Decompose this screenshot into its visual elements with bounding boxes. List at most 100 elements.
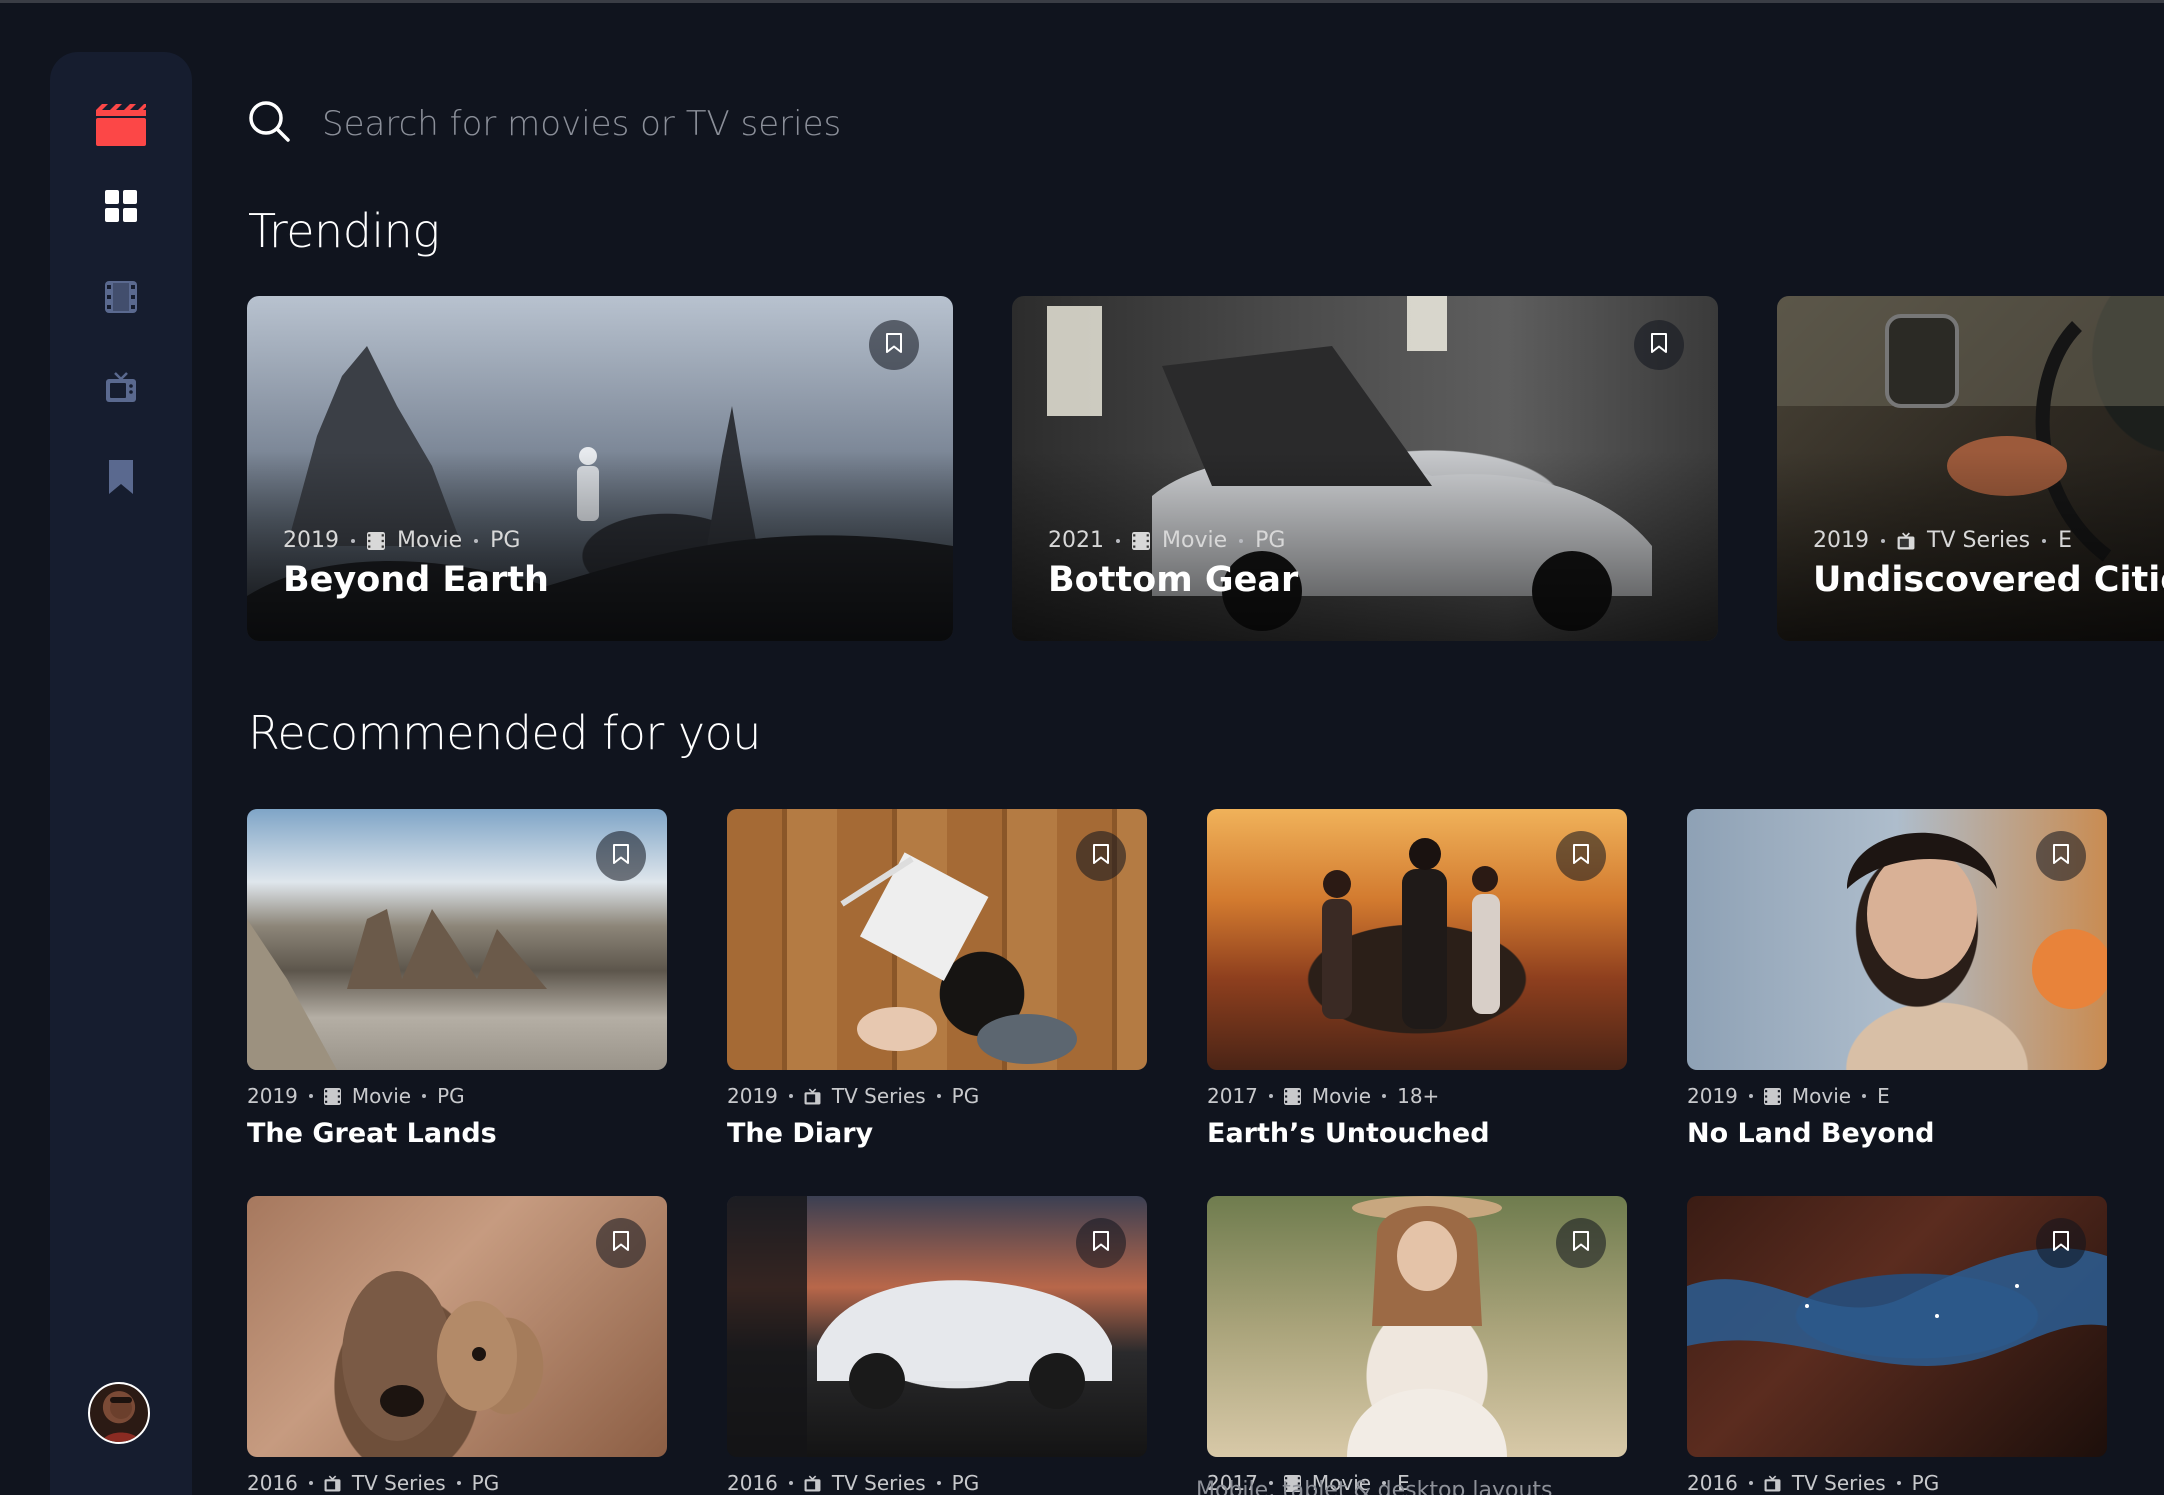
card-meta: 2016 TV Series PG [247, 1471, 667, 1495]
card-title: Undiscovered Cities [1813, 560, 2164, 600]
nav-tv-series[interactable] [102, 370, 140, 408]
bookmark-button[interactable] [869, 320, 919, 370]
bookmark-outline-icon [1650, 332, 1668, 358]
media-card[interactable]: 2017 Movie 18+ Earth’s Untouched [1207, 809, 1627, 1149]
card-thumbnail[interactable] [727, 809, 1147, 1070]
card-year: 2016 [247, 1471, 298, 1495]
grid-icon [105, 190, 137, 226]
card-meta: 2019 Movie PG [283, 528, 520, 553]
card-year: 2016 [1687, 1471, 1738, 1495]
card-category: Movie [397, 528, 463, 553]
separator-dot [2042, 538, 2047, 543]
trending-heading: Trending [248, 204, 440, 258]
bookmark-button[interactable] [1556, 831, 1606, 881]
trending-card[interactable]: 2019 TV Series E Undiscovered Cities [1777, 296, 2164, 641]
tv-icon [324, 1474, 341, 1492]
card-title: Beyond Earth [283, 560, 549, 600]
media-card[interactable]: 2016 TV Series PG [1687, 1196, 2107, 1495]
card-rating: PG [1911, 1471, 1940, 1495]
card-rating: PG [490, 528, 521, 553]
card-title: No Land Beyond [1687, 1118, 1935, 1149]
film-icon [323, 1087, 341, 1105]
separator-dot [936, 1481, 941, 1485]
card-thumbnail[interactable] [247, 809, 667, 1070]
card-thumbnail[interactable] [727, 1196, 1147, 1457]
media-card[interactable]: 2017 Movie E [1207, 1196, 1627, 1495]
separator-dot [936, 1094, 941, 1098]
media-card[interactable]: 2019 Movie E No Land Beyond [1687, 809, 2107, 1149]
card-meta: 2016 TV Series PG [1687, 1471, 2107, 1495]
avatar[interactable] [88, 1382, 150, 1444]
card-thumbnail[interactable] [247, 1196, 667, 1457]
tv-icon [1897, 532, 1915, 550]
card-meta: 2016 TV Series PG [727, 1471, 1147, 1495]
card-rating: PG [951, 1471, 980, 1495]
card-category: TV Series [351, 1471, 446, 1495]
separator-dot [1382, 1094, 1387, 1098]
bookmark-outline-icon [612, 843, 630, 869]
clapperboard-icon[interactable] [96, 104, 146, 146]
card-rating: PG [951, 1084, 980, 1108]
trending-card[interactable]: 2021 Movie PG Bottom Gear [1012, 296, 1718, 641]
separator-dot [1896, 1481, 1901, 1485]
nav-movies[interactable] [102, 280, 140, 318]
bookmark-button[interactable] [596, 831, 646, 881]
separator-dot [1862, 1094, 1867, 1098]
separator-dot [1268, 1094, 1273, 1098]
trending-card[interactable]: 2019 Movie PG Beyond Earth [247, 296, 953, 641]
search-input[interactable] [322, 96, 1522, 152]
card-category: TV Series [1927, 528, 2031, 553]
card-thumbnail[interactable] [1207, 1196, 1627, 1457]
card-rating: E [1877, 1084, 1890, 1108]
card-year: 2019 [727, 1084, 778, 1108]
separator-dot [1116, 538, 1120, 543]
media-card[interactable]: 2016 TV Series PG [247, 1196, 667, 1495]
card-thumbnail[interactable] [1687, 809, 2107, 1070]
card-title: Earth’s Untouched [1207, 1118, 1490, 1149]
card-rating: PG [1255, 528, 1286, 553]
separator-dot [1881, 538, 1885, 543]
card-title: Bottom Gear [1048, 560, 1299, 600]
bookmark-button[interactable] [1076, 831, 1126, 881]
bookmark-outline-icon [1092, 1230, 1110, 1256]
media-card[interactable]: 2019 Movie PG The Great Lands [247, 809, 667, 1149]
film-icon [367, 531, 385, 550]
film-icon [105, 281, 137, 317]
card-thumbnail[interactable] [1687, 1196, 2107, 1457]
tv-icon [1764, 1474, 1781, 1492]
card-category: Movie [1791, 1084, 1852, 1108]
film-icon [1283, 1087, 1301, 1105]
tv-icon [804, 1087, 821, 1105]
bookmark-outline-icon [1092, 843, 1110, 869]
film-icon [1132, 531, 1150, 550]
card-category: Movie [1162, 528, 1228, 553]
card-title: The Great Lands [247, 1118, 497, 1149]
card-category: TV Series [831, 1084, 926, 1108]
card-category: Movie [351, 1084, 412, 1108]
bookmark-button[interactable] [1556, 1218, 1606, 1268]
media-card[interactable]: 2016 TV Series PG [727, 1196, 1147, 1495]
bookmark-button[interactable] [1634, 320, 1684, 370]
separator-dot [308, 1094, 313, 1098]
card-rating: PG [437, 1084, 465, 1108]
bookmark-button[interactable] [1076, 1218, 1126, 1268]
separator-dot [456, 1481, 461, 1485]
separator-dot [351, 538, 355, 543]
card-category: TV Series [1791, 1471, 1886, 1495]
bookmark-outline-icon [885, 332, 903, 358]
media-card[interactable]: 2019 TV Series PG The Diary [727, 809, 1147, 1149]
bookmark-button[interactable] [2036, 831, 2086, 881]
card-year: 2019 [1813, 528, 1869, 553]
card-thumbnail[interactable] [1207, 809, 1627, 1070]
card-meta: 2019 TV Series PG [727, 1084, 1147, 1108]
separator-dot [1748, 1481, 1753, 1485]
separator-dot [788, 1481, 793, 1485]
bookmark-icon [107, 460, 135, 498]
film-icon [1763, 1087, 1781, 1105]
nav-bookmarks[interactable] [102, 460, 140, 498]
nav-home[interactable] [102, 189, 140, 227]
bookmark-button[interactable] [596, 1218, 646, 1268]
bookmark-button[interactable] [2036, 1218, 2086, 1268]
sidebar [50, 52, 192, 1495]
bookmark-outline-icon [1572, 843, 1590, 869]
